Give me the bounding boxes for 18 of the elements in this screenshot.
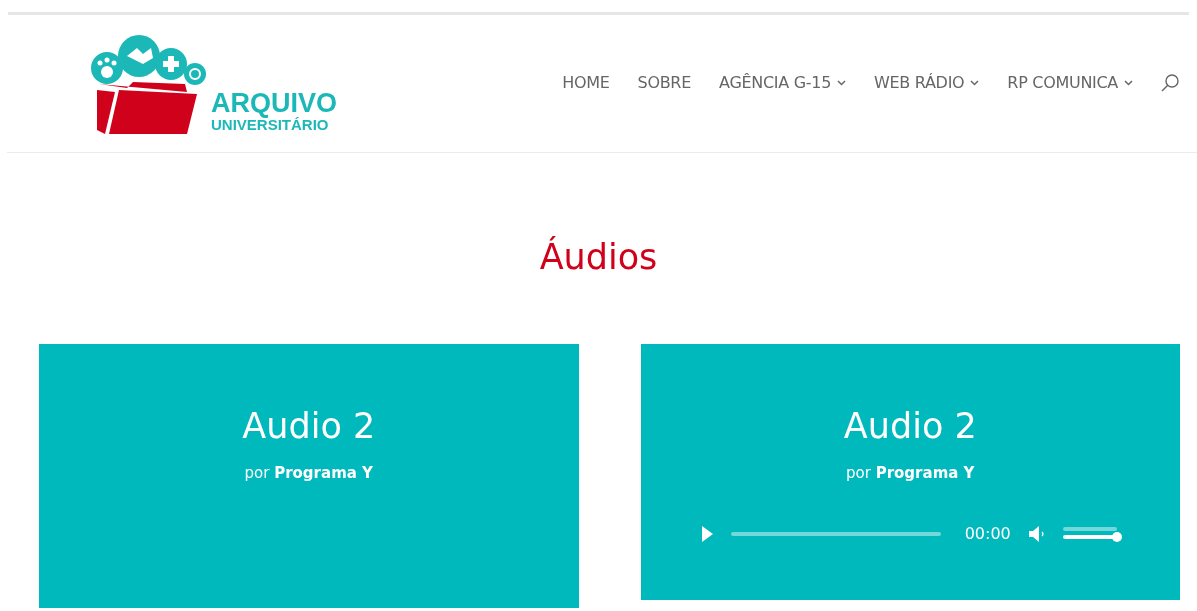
nav-link[interactable]: AGÊNCIA G-15 bbox=[719, 73, 846, 92]
logo-title: ARQUIVO bbox=[211, 89, 337, 117]
volume-slider[interactable] bbox=[1062, 526, 1119, 541]
speaker-icon[interactable] bbox=[1028, 524, 1045, 543]
page-heading: Áudios bbox=[539, 235, 658, 279]
nav-link[interactable]: RP COMUNICA bbox=[1007, 73, 1133, 92]
nav-link[interactable]: WEB RÁDIO bbox=[874, 73, 980, 92]
card-byline: por Programa Y bbox=[846, 464, 975, 482]
card-byline: por Programa Y bbox=[244, 464, 373, 482]
card-title: Audio 2 bbox=[242, 405, 376, 448]
play-icon[interactable] bbox=[701, 525, 713, 542]
progress-slider[interactable] bbox=[730, 531, 941, 536]
card-title: Audio 2 bbox=[843, 405, 977, 448]
nav-link[interactable]: SOBRE bbox=[637, 73, 691, 92]
search-icon[interactable] bbox=[1161, 73, 1179, 92]
logo-subtitle: UNIVERSITÁRIO bbox=[211, 116, 329, 132]
nav-link[interactable]: HOME bbox=[562, 73, 610, 92]
time-readout: 00:00 bbox=[964, 524, 1011, 543]
